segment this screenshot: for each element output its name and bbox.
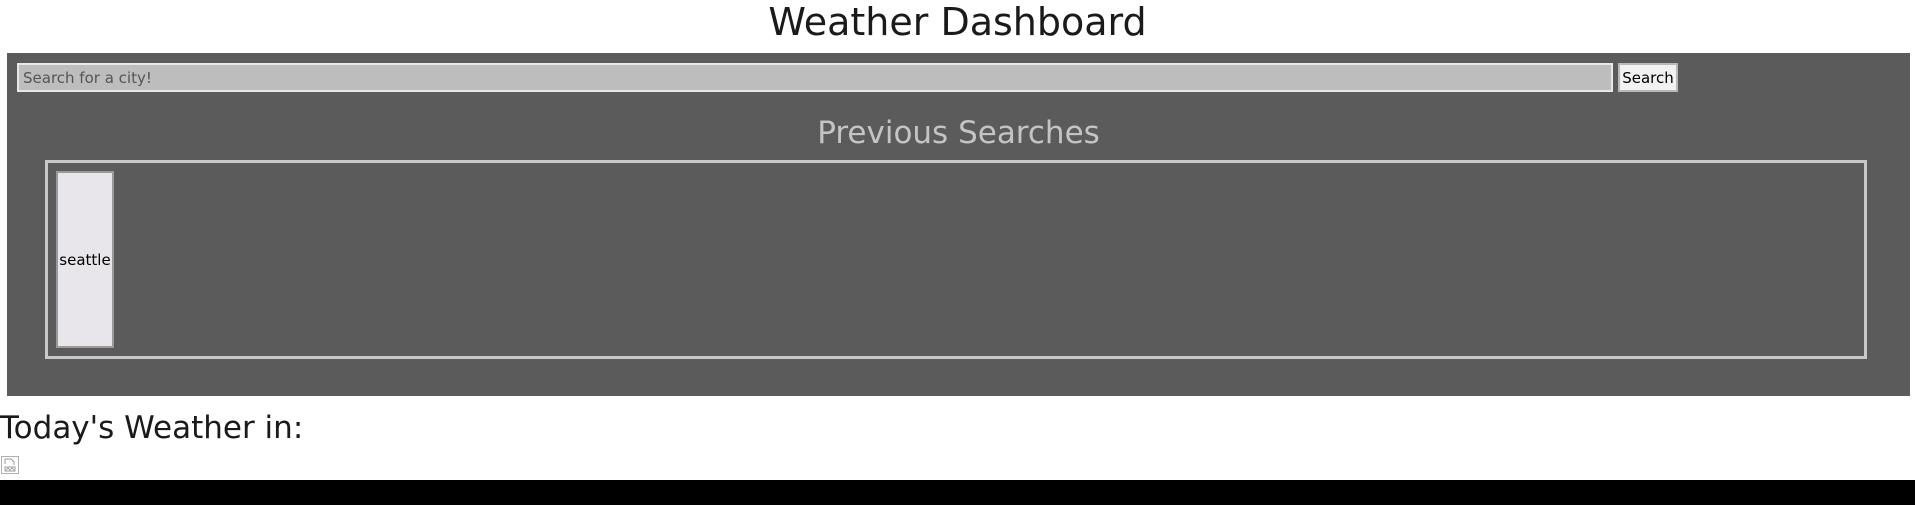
previous-searches-list: seattle <box>45 160 1867 359</box>
search-panel: Search Previous Searches seattle <box>7 53 1910 396</box>
broken-image-icon <box>0 455 20 475</box>
history-item-seattle[interactable]: seattle <box>56 171 114 348</box>
previous-searches-title: Previous Searches <box>817 115 1100 151</box>
bottom-bar <box>0 480 1915 505</box>
page-title: Weather Dashboard <box>768 0 1147 44</box>
search-button[interactable]: Search <box>1618 63 1678 92</box>
search-input[interactable] <box>17 63 1613 92</box>
todays-weather-heading: Today's Weather in: <box>0 410 304 446</box>
